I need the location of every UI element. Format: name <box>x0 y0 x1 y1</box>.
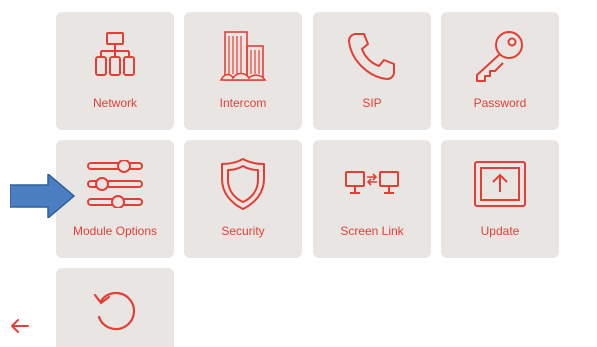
tile-password[interactable]: Password <box>441 12 559 130</box>
tile-update[interactable]: Update <box>441 140 559 258</box>
tile-security[interactable]: Security <box>184 140 302 258</box>
tile-label: Module Options <box>72 224 158 238</box>
tile-sip[interactable]: SIP <box>313 12 431 130</box>
tile-intercom[interactable]: Intercom <box>184 12 302 130</box>
building-icon <box>184 28 302 84</box>
tile-label: Update <box>480 224 520 238</box>
tile-label: Network <box>92 96 137 110</box>
sliders-icon <box>56 156 174 212</box>
tile-network[interactable]: Network <box>56 12 174 130</box>
shield-icon <box>184 156 302 212</box>
reset-icon <box>56 280 174 336</box>
tile-label: Security <box>221 224 265 238</box>
tile-label: SIP <box>362 96 382 110</box>
tile-label: Password <box>473 96 527 110</box>
back-arrow-icon[interactable] <box>8 314 32 338</box>
tile-module-options[interactable]: Module Options <box>56 140 174 258</box>
network-icon <box>56 28 174 84</box>
tile-label: Intercom <box>219 96 267 110</box>
tile-screen-link[interactable]: Screen Link <box>313 140 431 258</box>
tile-label: Screen Link <box>340 224 404 238</box>
update-icon <box>441 156 559 212</box>
phone-icon <box>313 28 431 84</box>
key-icon <box>441 28 559 84</box>
screen-link-icon <box>313 156 431 212</box>
tile-reset[interactable] <box>56 268 174 347</box>
